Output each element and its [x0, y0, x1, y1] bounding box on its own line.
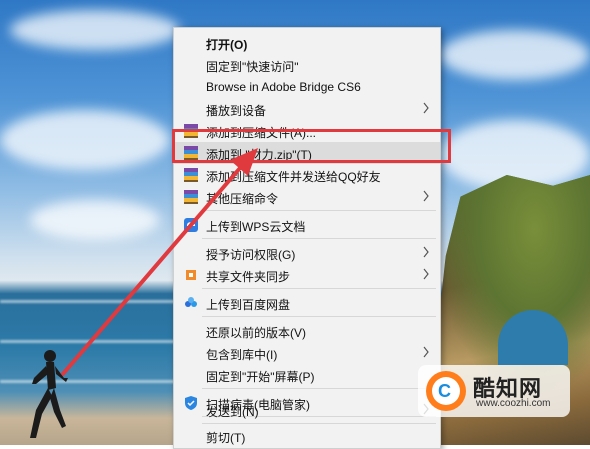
menu-separator [202, 388, 436, 389]
menu-item-grant-access[interactable]: 授予访问权限(G) [174, 242, 440, 264]
coozhi-watermark: C 酷知网 www.coozhi.com [418, 365, 570, 417]
menu-item-upload-wps[interactable]: 上传到WPS云文档 [174, 214, 440, 236]
menu-item-restore-versions[interactable]: 还原以前的版本(V) [174, 320, 440, 342]
menu-item-pin-start[interactable]: 固定到"开始"屏幕(P) [174, 364, 440, 386]
menu-item-other-compress[interactable]: 其他压缩命令 [174, 186, 440, 208]
context-menu: 打开(O) 固定到"快速访问" Browse in Adobe Bridge C… [173, 27, 441, 449]
logo-letter: C [438, 381, 451, 401]
menu-separator [202, 288, 436, 289]
menu-item-label: 还原以前的版本(V) [206, 326, 306, 340]
runner-silhouette [30, 350, 68, 438]
cloud [440, 30, 590, 80]
baidu-netdisk-icon [185, 297, 197, 307]
chevron-right-icon [423, 190, 429, 202]
menu-item-label: 打开(O) [206, 38, 248, 52]
menu-item-label: 共享文件夹同步 [206, 270, 291, 284]
menu-item-upload-baidu[interactable]: 上传到百度网盘 [174, 292, 440, 314]
menu-separator [202, 423, 436, 424]
menu-item-shared-folder-sync[interactable]: 共享文件夹同步 [174, 264, 440, 286]
highlight-box [172, 129, 451, 163]
winrar-icon [184, 190, 198, 204]
menu-item-pin-quick-access[interactable]: 固定到"快速访问" [174, 54, 440, 76]
menu-item-label: 固定到"开始"屏幕(P) [206, 370, 315, 384]
coozhi-logo-icon: C [426, 371, 466, 411]
menu-item-include-in-library[interactable]: 包含到库中(I) [174, 342, 440, 364]
share-sync-icon [186, 270, 196, 280]
menu-item-label: 上传到WPS云文档 [206, 220, 306, 234]
menu-item-label: 其他压缩命令 [206, 192, 279, 206]
menu-separator [202, 210, 436, 211]
menu-item-label: 发送到(N) [206, 405, 259, 419]
chevron-right-icon [423, 268, 429, 280]
menu-item-label: 添加到压缩文件并发送给QQ好友 [206, 170, 381, 184]
menu-item-cut[interactable]: 剪切(T) [174, 425, 440, 447]
menu-separator [202, 316, 436, 317]
cloud [30, 200, 160, 240]
menu-item-label: 播放到设备 [206, 104, 267, 118]
menu-item-send-to-visible[interactable]: 发送到(N) [174, 399, 440, 421]
watermark-url: www.coozhi.com [476, 398, 551, 409]
chevron-right-icon [423, 346, 429, 358]
menu-item-label: Browse in Adobe Bridge CS6 [206, 80, 361, 94]
menu-item-compress-send-qq[interactable]: 添加到压缩文件并发送给QQ好友 [174, 164, 440, 186]
cloud [10, 10, 180, 50]
menu-item-browse-bridge[interactable]: Browse in Adobe Bridge CS6 [174, 76, 440, 98]
menu-separator [202, 238, 436, 239]
menu-item-label: 授予访问权限(G) [206, 248, 296, 262]
chevron-right-icon [423, 102, 429, 114]
wps-cloud-icon [184, 218, 198, 232]
cloud [0, 110, 170, 170]
menu-item-label: 剪切(T) [206, 431, 246, 445]
menu-item-cast-to-device[interactable]: 播放到设备 [174, 98, 440, 120]
winrar-icon [184, 168, 198, 182]
menu-item-label: 包含到库中(I) [206, 348, 278, 362]
chevron-right-icon [423, 246, 429, 258]
menu-item-open[interactable]: 打开(O) [174, 32, 440, 54]
menu-item-label: 固定到"快速访问" [206, 60, 299, 74]
menu-item-label: 上传到百度网盘 [206, 298, 291, 312]
